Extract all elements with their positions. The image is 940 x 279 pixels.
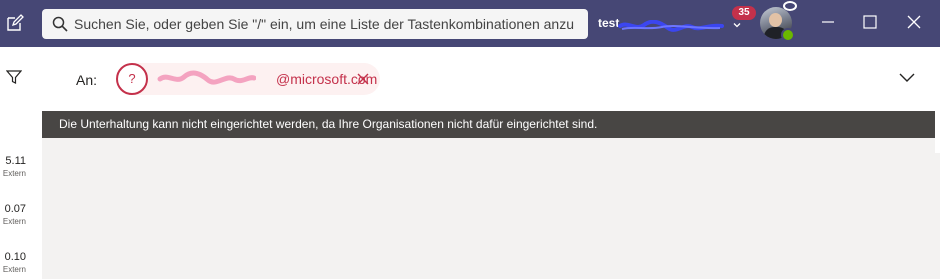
notification-badge: 35 — [732, 6, 756, 20]
external-tag: Extern — [2, 265, 26, 274]
redaction-scribble — [618, 20, 724, 32]
redaction-scribble — [157, 70, 256, 85]
unknown-user-icon: ? — [116, 63, 148, 95]
tenant-switcher[interactable]: test — [598, 16, 726, 32]
chat-time: 0.07 — [4, 203, 26, 215]
compose-header: An: ? @microsoft.com — [42, 47, 940, 111]
error-banner: Die Unterhaltung kann nicht eingerichtet… — [42, 111, 940, 138]
recipient-pill[interactable]: ? @microsoft.com — [116, 63, 380, 95]
chevron-down-icon[interactable] — [732, 20, 742, 30]
search-icon — [52, 16, 68, 32]
presence-available-icon — [781, 28, 795, 42]
search-input[interactable] — [74, 16, 574, 32]
maximize-icon[interactable] — [862, 14, 878, 30]
window-edge — [935, 47, 940, 153]
minimize-icon[interactable] — [820, 14, 836, 30]
title-bar: test 35 — [0, 0, 940, 47]
chat-list-item[interactable]: 0.10 Extern — [0, 251, 26, 276]
external-tag: Extern — [2, 217, 26, 226]
filter-icon[interactable] — [6, 69, 22, 85]
chat-list-item[interactable]: 0.07 Extern — [0, 203, 26, 228]
conversation-area — [42, 138, 940, 279]
chat-list-pane: 5.11 Extern 0.07 Extern 0.10 Extern — [0, 47, 43, 279]
chat-list-item[interactable]: 5.11 Extern — [0, 155, 26, 180]
compose-icon[interactable] — [6, 14, 24, 32]
close-icon[interactable] — [906, 14, 922, 30]
chat-time: 0.10 — [4, 251, 26, 263]
chat-time: 5.11 — [5, 155, 26, 167]
remove-icon[interactable] — [356, 72, 370, 86]
search-box[interactable] — [42, 9, 588, 39]
status-message-icon — [783, 1, 797, 11]
external-tag: Extern — [2, 169, 26, 178]
to-label: An: — [76, 72, 98, 88]
avatar-face — [769, 13, 782, 27]
expand-chevron-icon[interactable] — [899, 71, 915, 83]
